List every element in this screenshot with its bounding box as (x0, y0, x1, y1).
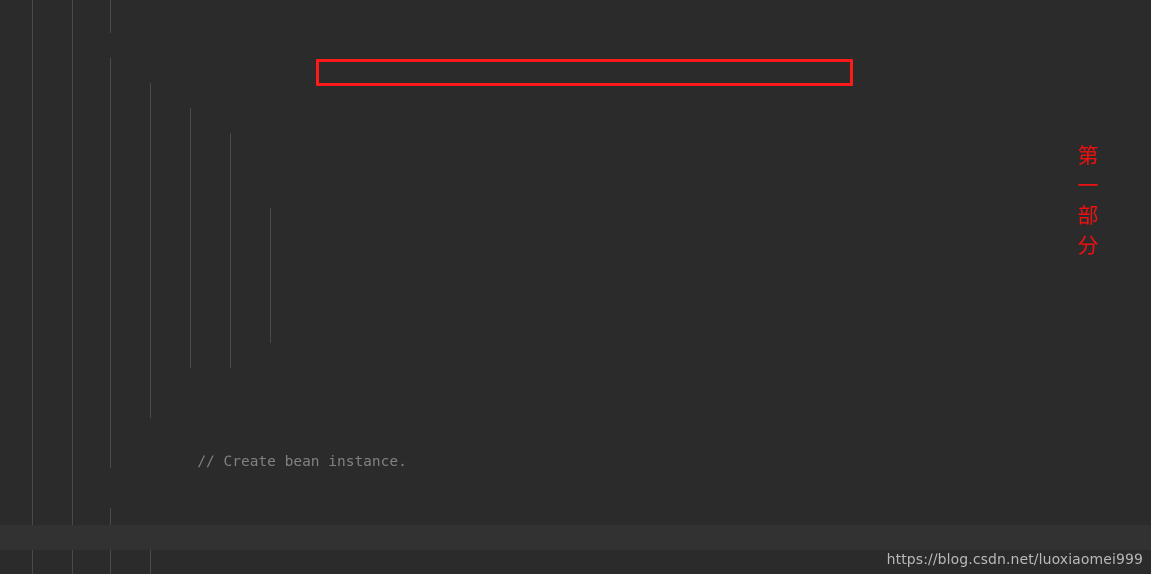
red-vertical-annotation: 第 一 部 分 (1075, 141, 1101, 261)
annotation-char-1: 第 (1077, 144, 1099, 168)
annotation-char-2: 一 (1077, 174, 1099, 198)
comment-text: // Create bean instance. (197, 454, 407, 470)
indent-guide-10 (270, 208, 271, 343)
indent-guide-6 (150, 83, 151, 418)
code-editor[interactable]: // Create bean instance. if (mbd.isSingl… (0, 0, 1151, 574)
annotation-char-3: 部 (1077, 204, 1099, 228)
indent-guide-9 (230, 133, 231, 368)
indent-guide-2 (72, 0, 73, 574)
watermark-text: https://blog.csdn.net/luoxiaomei999 (886, 552, 1143, 568)
indent-guide-8 (190, 108, 191, 368)
code-line[interactable]: // Create bean instance. (0, 400, 1151, 470)
code-line-current[interactable]: if (mbd.isSingleton()) { (0, 525, 1151, 550)
indent-guide-3 (110, 0, 111, 33)
annotation-char-4: 分 (1077, 234, 1099, 258)
